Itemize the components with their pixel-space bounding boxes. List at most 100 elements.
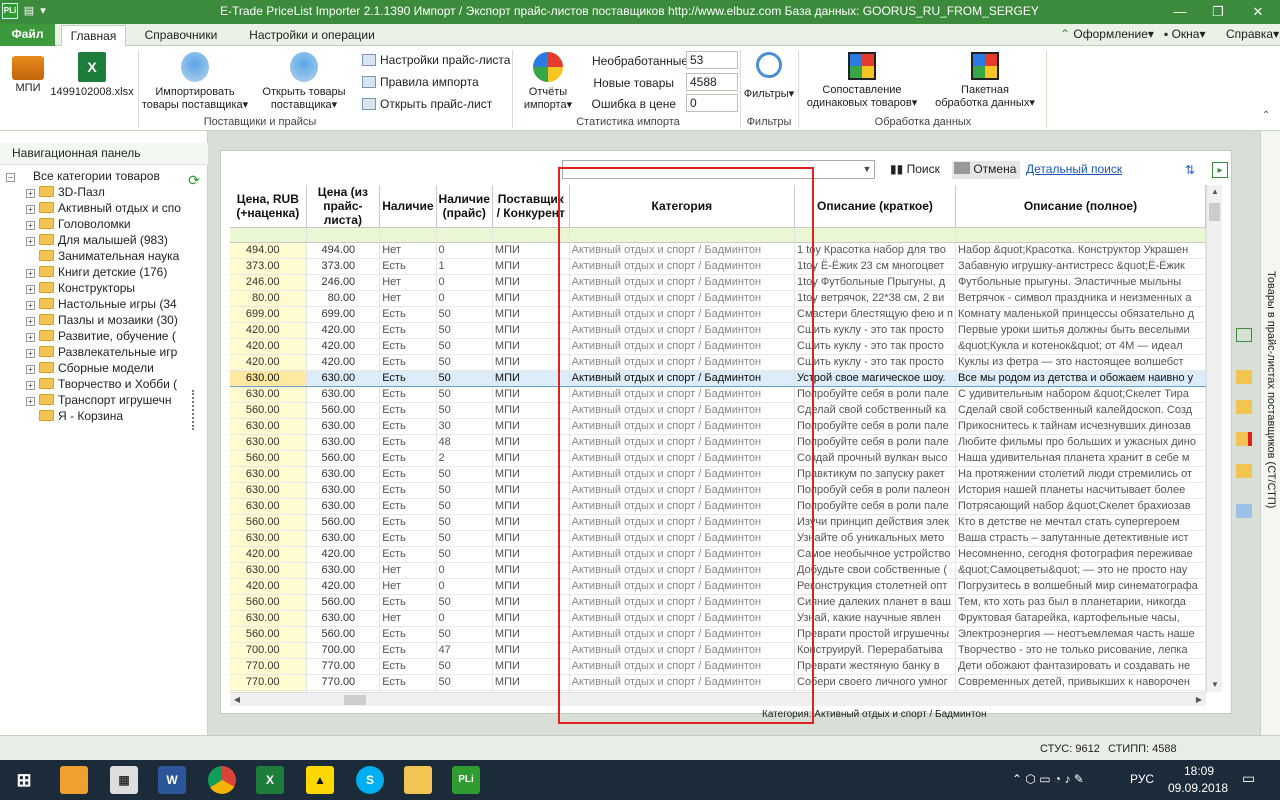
cell-availability-price[interactable]: 50	[436, 546, 493, 563]
cell-availability-price[interactable]: 50	[436, 338, 493, 355]
stat-price-error-value[interactable]: 0	[686, 94, 738, 112]
expand-icon[interactable]: +	[26, 269, 35, 278]
expand-icon[interactable]: +	[26, 237, 35, 246]
cell-availability[interactable]: Есть	[379, 674, 437, 691]
cell-availability-price[interactable]: 50	[436, 658, 493, 675]
cell-availability-price[interactable]: 50	[436, 402, 493, 419]
cell-desc-short[interactable]: Добудьте свои собственные (	[794, 562, 956, 579]
cell-desc-short[interactable]: Смастери блестящую фею и п	[794, 306, 956, 323]
cell-availability-price[interactable]: 50	[436, 514, 493, 531]
cell-desc-short[interactable]: Изучи принцип действия элек	[794, 514, 956, 531]
cell-price-markup[interactable]: 494.00	[230, 242, 307, 259]
tree-structure-icon[interactable]	[1236, 328, 1252, 342]
cell-availability[interactable]: Есть	[379, 498, 437, 515]
cell-price-markup[interactable]: 630.00	[230, 418, 307, 435]
cell-availability[interactable]: Есть	[379, 354, 437, 371]
cell-availability-price[interactable]: 50	[436, 626, 493, 643]
folder-icon[interactable]	[1236, 370, 1252, 384]
splitter-handle[interactable]	[192, 390, 196, 430]
maximize-button[interactable]: ❐	[1198, 0, 1238, 24]
cell-availability-price[interactable]: 0	[436, 242, 493, 259]
tree-item[interactable]: + Настольные игры (34	[26, 296, 186, 312]
cell-desc-full[interactable]: Комнату маленькой принцессы обязательно …	[955, 306, 1206, 323]
clock-date[interactable]: 09.09.2018	[1168, 781, 1228, 795]
cell-availability[interactable]: Есть	[379, 594, 437, 611]
cell-availability[interactable]: Есть	[379, 450, 437, 467]
cell-desc-short[interactable]: Преврати простой игрушечны	[794, 626, 956, 643]
cell-availability[interactable]: Есть	[379, 546, 437, 563]
batch-button[interactable]: Пакетная обработка данных▾	[928, 52, 1042, 110]
cell-price-list[interactable]: 420.00	[306, 354, 381, 371]
cell-price-list[interactable]: 420.00	[306, 322, 381, 339]
tree-item[interactable]: + Творчество и Хобби (	[26, 376, 186, 392]
cell-price-list[interactable]: 699.00	[306, 306, 381, 323]
cell-price-markup[interactable]: 770.00	[230, 658, 307, 675]
cell-availability-price[interactable]: 48	[436, 434, 493, 451]
cell-availability[interactable]: Есть	[379, 658, 437, 675]
cell-availability[interactable]: Есть	[379, 530, 437, 547]
cell-price-list[interactable]: 560.00	[306, 594, 381, 611]
cell-price-markup[interactable]: 560.00	[230, 514, 307, 531]
cell-price-markup[interactable]: 420.00	[230, 578, 307, 595]
tree-item[interactable]: Занимательная наука	[26, 248, 186, 264]
expand-icon[interactable]: +	[26, 381, 35, 390]
cell-desc-full[interactable]: Кто в детстве не мечтал стать супергерое…	[955, 514, 1206, 531]
cell-desc-full[interactable]: Погрузитесь в волшебный мир синематограф…	[955, 578, 1206, 595]
cell-price-list[interactable]: 630.00	[306, 370, 381, 387]
windows-menu[interactable]: ▪ Окна▾	[1164, 27, 1206, 41]
cell-price-list[interactable]: 560.00	[306, 450, 381, 467]
cell-price-list[interactable]: 630.00	[306, 498, 381, 515]
cell-price-list[interactable]: 770.00	[306, 658, 381, 675]
cell-desc-full[interactable]: Набор &quot;Красотка. Конструктор Украше…	[955, 242, 1206, 259]
calculator-icon[interactable]: ▦	[110, 766, 138, 794]
cell-availability[interactable]: Есть	[379, 306, 437, 323]
open-pricelist-button[interactable]: Открыть прайс-лист	[362, 97, 492, 111]
file-button[interactable]: X 1499102008.xlsx	[48, 52, 136, 99]
vertical-scrollbar[interactable]: ▲ ▼	[1206, 185, 1222, 692]
cell-availability[interactable]: Нет	[379, 578, 437, 595]
cell-price-markup[interactable]: 630.00	[230, 498, 307, 515]
cell-price-list[interactable]: 630.00	[306, 386, 381, 403]
cell-desc-full[interactable]: Ветрячок - символ праздника и неизменных…	[955, 290, 1206, 307]
language-indicator[interactable]: РУС	[1130, 772, 1154, 786]
col-price-list[interactable]: Цена (из прайс-листа)	[306, 185, 381, 228]
tree-item[interactable]: + Для малышей (983)	[26, 232, 186, 248]
cell-price-list[interactable]: 630.00	[306, 530, 381, 547]
cell-availability[interactable]: Есть	[379, 322, 437, 339]
pricelist-settings-button[interactable]: Настройки прайс-листа	[362, 53, 510, 67]
chrome-icon[interactable]	[208, 766, 236, 794]
cell-price-list[interactable]: 246.00	[306, 274, 381, 291]
cell-availability-price[interactable]: 47	[436, 642, 493, 659]
cell-availability-price[interactable]: 50	[436, 386, 493, 403]
scroll-down-icon[interactable]: ▼	[1207, 678, 1223, 692]
cell-price-markup[interactable]: 770.00	[230, 674, 307, 691]
cell-availability-price[interactable]: 1	[436, 258, 493, 275]
expand-icon[interactable]: +	[26, 301, 35, 310]
cell-desc-full[interactable]: Куклы из фетра — это настоящее волшебст	[955, 354, 1206, 371]
tree-item[interactable]: + Пазлы и мозаики (30)	[26, 312, 186, 328]
cell-price-markup[interactable]: 630.00	[230, 434, 307, 451]
cell-price-markup[interactable]: 420.00	[230, 322, 307, 339]
cell-desc-full[interactable]: С удивительным набором &quot;Скелет Тира	[955, 386, 1206, 403]
skype-icon[interactable]: S	[356, 766, 384, 794]
cell-price-markup[interactable]: 630.00	[230, 562, 307, 579]
collapse-ribbon-icon[interactable]: ⌃	[1262, 110, 1270, 121]
expand-icon[interactable]: +	[26, 317, 35, 326]
cell-desc-short[interactable]: Правктикум по запуску ракет	[794, 466, 956, 483]
cell-desc-short[interactable]: 1toy Футбольные Прыгуны, д	[794, 274, 956, 291]
cell-desc-full[interactable]: Футбольные прыгуны. Эластичные мыльны	[955, 274, 1206, 291]
copy-icon[interactable]	[1236, 504, 1252, 518]
cell-desc-full[interactable]: История нашей планеты насчитывает более	[955, 482, 1206, 499]
cell-availability-price[interactable]: 50	[436, 674, 493, 691]
file-menu-button[interactable]: Файл	[0, 24, 55, 46]
cell-price-list[interactable]: 630.00	[306, 482, 381, 499]
cell-availability[interactable]: Есть	[379, 626, 437, 643]
cell-availability[interactable]: Есть	[379, 258, 437, 275]
reports-button[interactable]: Отчёты импорта▾	[516, 52, 580, 112]
tree-item[interactable]: Я - Корзина	[26, 408, 186, 424]
cell-availability[interactable]: Есть	[379, 370, 437, 387]
bat-app-icon[interactable]: ▲	[306, 766, 334, 794]
cell-price-list[interactable]: 494.00	[306, 242, 381, 259]
cell-availability[interactable]: Есть	[379, 418, 437, 435]
cell-availability-price[interactable]: 50	[436, 370, 493, 387]
